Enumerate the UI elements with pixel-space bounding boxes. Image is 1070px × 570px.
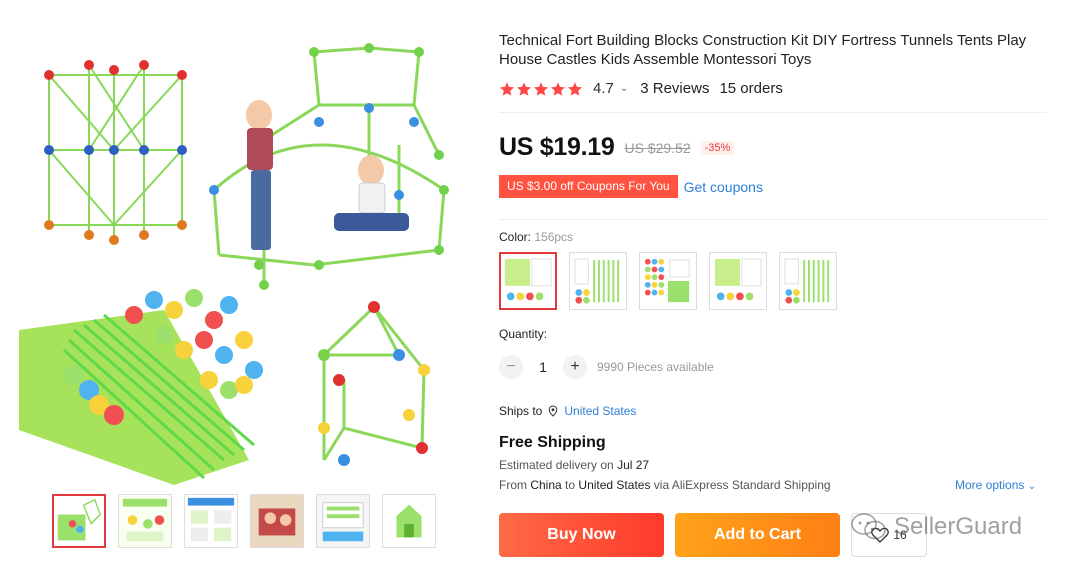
coupon-row: US $3.00 off Coupons For You Get coupons (499, 175, 763, 198)
main-product-image[interactable] (14, 30, 464, 485)
color-swatches (499, 252, 837, 310)
star-icon (551, 81, 565, 96)
estimated-delivery-date: Jul 27 (617, 458, 650, 472)
divider (499, 219, 1047, 220)
watermark: SellerGuard (850, 512, 1022, 542)
thumbnail-strip (52, 494, 436, 548)
location-pin-icon (549, 405, 558, 417)
color-selected-value: 156pcs (534, 230, 574, 244)
thumbnail-2[interactable] (118, 494, 172, 548)
ships-to-label: Ships to (499, 404, 543, 418)
thumbnail-3[interactable] (184, 494, 238, 548)
estimated-delivery: Estimated delivery on Jul 27 (499, 458, 649, 472)
quantity-value[interactable]: 1 (531, 359, 555, 375)
from-country: China (530, 478, 562, 492)
add-to-cart-button[interactable]: Add to Cart (675, 513, 840, 557)
color-swatch-2[interactable] (569, 252, 627, 310)
more-options-label: More options (955, 478, 1025, 492)
thumbnail-4[interactable] (250, 494, 304, 548)
quantity-available: 9990 Pieces available (597, 360, 714, 374)
thumbnail-1[interactable] (52, 494, 106, 548)
color-swatch-4[interactable] (709, 252, 767, 310)
divider (499, 112, 1047, 113)
coupon-tag[interactable]: US $3.00 off Coupons For You (499, 175, 678, 198)
color-swatch-3[interactable] (639, 252, 697, 310)
price-row: US $19.19 US $29.52 -35% (499, 133, 735, 162)
coupon-tag-label: US $3.00 off Coupons For You (507, 179, 670, 193)
quantity-stepper: − 1 + 9990 Pieces available (499, 355, 714, 379)
buy-now-button[interactable]: Buy Now (499, 513, 664, 557)
shipping-method: via AliExpress Standard Shipping (653, 478, 831, 492)
original-price: US $29.52 (624, 139, 691, 156)
more-options-link[interactable]: More options ⌄ (955, 478, 1036, 492)
free-shipping-label: Free Shipping (499, 434, 606, 451)
sellerguard-logo-icon (851, 513, 886, 540)
rating-stars (499, 81, 583, 97)
product-title: Technical Fort Building Blocks Construct… (499, 32, 1027, 68)
star-icon (534, 81, 548, 96)
ships-to-country-link[interactable]: United States (564, 404, 636, 418)
watermark-text: SellerGuard (894, 513, 1023, 540)
quantity-minus-button[interactable]: − (499, 355, 523, 379)
chevron-down-icon[interactable]: ⌄ (620, 83, 628, 94)
star-icon (517, 81, 531, 96)
rating-score[interactable]: 4.7 (593, 80, 614, 97)
ships-to-row: Ships to United States (499, 404, 636, 418)
estimated-delivery-label: Estimated delivery on (499, 458, 614, 472)
reviews-link[interactable]: 3 Reviews (640, 80, 709, 97)
thumbnail-6[interactable] (382, 494, 436, 548)
quantity-label: Quantity: (499, 327, 548, 341)
orders-count: 15 orders (719, 80, 783, 97)
star-icon (568, 81, 582, 96)
to-country: United States (578, 478, 651, 492)
color-label-text: Color: (499, 230, 532, 244)
thumbnail-5[interactable] (316, 494, 370, 548)
rating-row: 4.7 ⌄ 3 Reviews 15 orders (499, 80, 783, 97)
quantity-plus-button[interactable]: + (563, 355, 587, 379)
product-photo (14, 30, 464, 485)
color-label: Color: 156pcs (499, 230, 573, 244)
to-word: to (565, 478, 576, 492)
current-price: US $19.19 (499, 133, 615, 161)
get-coupons-link[interactable]: Get coupons (684, 179, 763, 195)
color-swatch-5[interactable] (779, 252, 837, 310)
shipping-route: From China to United States via AliExpre… (499, 478, 831, 492)
discount-badge: -35% (700, 140, 735, 155)
color-swatch-1[interactable] (499, 252, 557, 310)
chevron-down-icon: ⌄ (1027, 481, 1037, 492)
star-icon (500, 81, 514, 96)
from-word: From (499, 478, 527, 492)
